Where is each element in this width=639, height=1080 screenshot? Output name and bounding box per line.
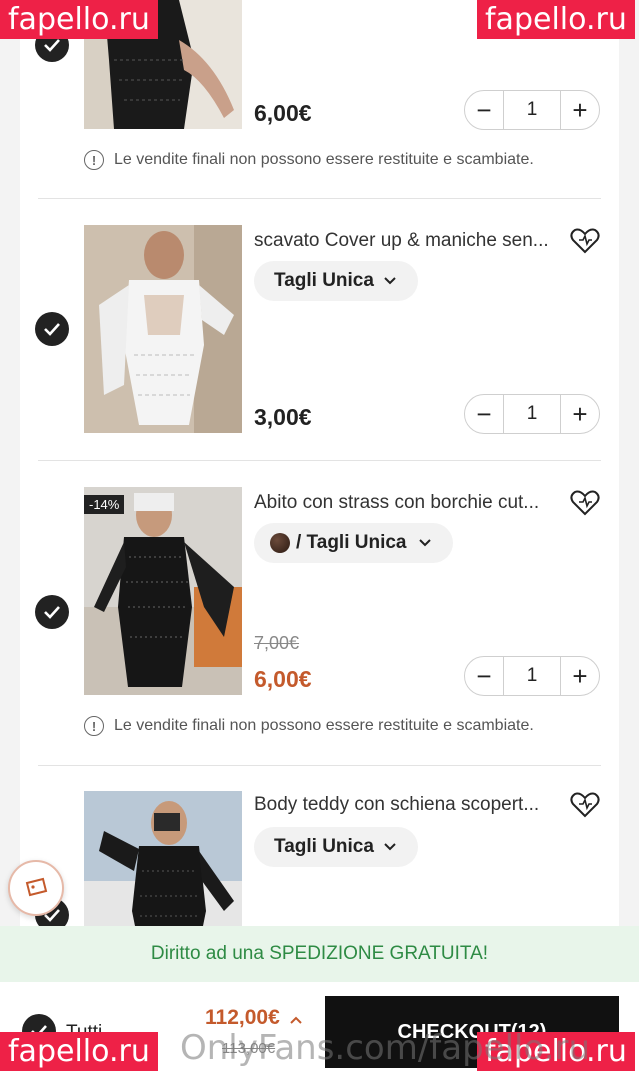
chevron-down-icon (384, 277, 396, 285)
size-selector[interactable]: Tagli Unica (254, 261, 418, 301)
chevron-down-icon (384, 843, 396, 851)
quantity-stepper[interactable]: − 1 + (464, 90, 600, 130)
check-icon (44, 606, 60, 619)
watermark-text: OnlyFans.com/fapello.ru (180, 1028, 591, 1068)
size-label: / Tagli Unica (296, 532, 407, 553)
watermark-badge: fapello.ru (0, 1032, 158, 1071)
cart-total-value: 112,00€ (205, 1006, 280, 1029)
increase-button[interactable]: + (561, 395, 599, 433)
cart-item: -14% Abito con strass con borchie cut...… (20, 461, 619, 765)
item-price: 3,00€ (254, 404, 312, 430)
cart-item: Body teddy con schiena scopert... Tagli … (20, 766, 619, 926)
decrease-button[interactable]: − (465, 91, 503, 129)
color-swatch (270, 533, 290, 553)
wishlist-heart-icon[interactable] (570, 490, 600, 516)
cart-item: scavato Cover up & maniche sen... Tagli … (20, 199, 619, 461)
cart-total[interactable]: 112,00€ (205, 1006, 302, 1030)
coupon-icon (25, 877, 48, 897)
product-image[interactable] (84, 487, 242, 695)
watermark-badge: fapello.ru (477, 0, 635, 39)
increase-button[interactable]: + (561, 91, 599, 129)
item-checkbox[interactable] (35, 312, 69, 346)
size-label: Tagli Unica (274, 836, 374, 857)
chevron-down-icon (418, 539, 431, 547)
final-sale-notice: ! Le vendite finali non possono essere r… (84, 716, 534, 736)
product-title[interactable]: Body teddy con schiena scopert... (254, 794, 554, 816)
wishlist-heart-icon[interactable] (570, 228, 600, 254)
size-label: Tagli Unica (274, 270, 374, 291)
quantity-stepper[interactable]: − 1 + (464, 656, 600, 696)
cart-sheet: 6,00€ − 1 + ! Le vendite finali non poss… (20, 0, 619, 1080)
quantity-value[interactable]: 1 (503, 395, 561, 433)
increase-button[interactable]: + (561, 657, 599, 695)
item-price: 6,00€ (254, 100, 312, 126)
quantity-value[interactable]: 1 (503, 91, 561, 129)
notice-text: Le vendite finali non possono essere res… (114, 717, 534, 734)
decrease-button[interactable]: − (465, 395, 503, 433)
wishlist-heart-icon[interactable] (570, 792, 600, 818)
product-image[interactable] (84, 791, 242, 926)
info-icon: ! (84, 150, 104, 170)
notice-text: Le vendite finali non possono essere res… (114, 151, 534, 168)
info-icon: ! (84, 716, 104, 736)
item-price: 6,00€ (254, 666, 312, 692)
item-checkbox[interactable] (35, 595, 69, 629)
check-icon (44, 323, 60, 336)
original-price: 7,00€ (254, 633, 300, 653)
product-title[interactable]: Abito con strass con borchie cut... (254, 492, 554, 514)
decrease-button[interactable]: − (465, 657, 503, 695)
quantity-value[interactable]: 1 (503, 657, 561, 695)
product-title[interactable]: scavato Cover up & maniche sen... (254, 230, 554, 252)
check-icon (44, 39, 60, 52)
size-selector[interactable]: Tagli Unica (254, 827, 418, 867)
free-shipping-banner: Diritto ad una SPEDIZIONE GRATUITA! (0, 926, 639, 982)
product-image[interactable] (84, 225, 242, 433)
variant-selector[interactable]: / Tagli Unica (254, 523, 453, 563)
discount-badge: -14% (84, 495, 125, 514)
chevron-up-icon (289, 1016, 302, 1024)
watermark-badge: fapello.ru (0, 0, 158, 39)
final-sale-notice: ! Le vendite finali non possono essere r… (84, 150, 534, 170)
quantity-stepper[interactable]: − 1 + (464, 394, 600, 434)
coupon-floating-button[interactable] (8, 860, 64, 916)
